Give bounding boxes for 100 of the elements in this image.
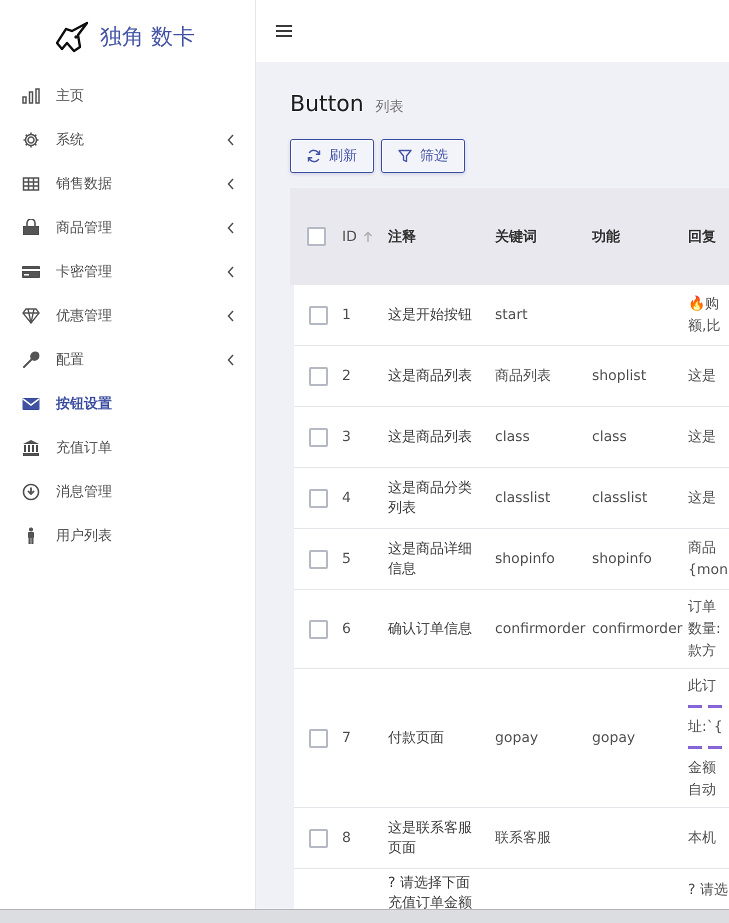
sort-arrow-icon[interactable] (362, 230, 373, 242)
row-checkbox[interactable] (308, 306, 328, 324)
table-cell: class (495, 429, 530, 445)
envelope-icon (22, 395, 40, 413)
table-cell: shopinfo (495, 551, 555, 567)
table-cell-text: 此订 (688, 677, 717, 695)
table-cell-text: 确认订单信息 (388, 620, 473, 639)
table-cell-text: 🔥购 (688, 295, 720, 313)
row-checkbox[interactable] (308, 728, 328, 748)
table-cell-text: 这是 (688, 489, 717, 507)
row-checkbox[interactable] (308, 428, 328, 446)
sidebar-item[interactable]: 系统 (0, 118, 255, 162)
table-cell-text: 这是商品分类列表 (388, 479, 473, 518)
download-icon (22, 483, 40, 501)
table-cell: 7 (342, 730, 351, 746)
table-cell-text: 款方 (688, 642, 717, 660)
row-checkbox[interactable] (308, 828, 328, 848)
sidebar-item[interactable]: 消息管理 (0, 470, 255, 514)
column-header[interactable]: ID (342, 228, 357, 244)
table-cell: {mon (688, 561, 729, 579)
table-cell-text: ? 请选择下面充值订单金额 (388, 874, 473, 909)
dashed-rule (688, 746, 724, 749)
table-row[interactable]: 4 这是商品分类列表 classlist classlist 这是 (294, 468, 729, 529)
column-header[interactable]: 关键词 (495, 228, 537, 246)
chart-icon (22, 87, 40, 105)
bank-icon (22, 439, 40, 457)
column-header[interactable]: 回复 (688, 228, 716, 246)
sidebar-item[interactable]: 配置 (0, 338, 255, 382)
table-cell-text: 订单 (688, 598, 717, 616)
table-row[interactable]: 2 这是商品列表 商品列表 shoplist 这是 (294, 346, 729, 407)
table-cell-text: 这是联系客服页面 (388, 819, 473, 858)
refresh-icon (307, 149, 321, 163)
table-cell: 商品列表 (495, 368, 551, 384)
brand-name: 独角 数卡 (100, 24, 195, 52)
table-cell: gopay (592, 730, 636, 746)
select-all-checkbox[interactable] (306, 227, 326, 246)
table-cell: start (495, 307, 528, 323)
table-row[interactable]: 8 这是联系客服页面 联系客服 本机 (294, 808, 729, 869)
table-cell: classlist (592, 490, 648, 506)
table-cell-text: 商品 (688, 539, 717, 557)
column-header[interactable]: 注释 (388, 228, 416, 246)
table-cell-text: 本机 (688, 829, 717, 847)
table-cell: 2 (342, 368, 351, 384)
table-row[interactable]: 5 这是商品详细信息 shopinfo shopinfo 商品 {mon (294, 529, 729, 590)
table-cell: confirmorder (592, 621, 682, 637)
page-title: Button (290, 92, 364, 117)
table-cell-text: 这是商品列表 (388, 367, 473, 386)
table-cell: shoplist (592, 368, 646, 384)
filter-icon (398, 149, 412, 163)
row-checkbox[interactable] (308, 620, 328, 638)
menu-icon[interactable] (276, 24, 292, 38)
table-cell: confirmorder (495, 621, 586, 637)
table-row[interactable]: 3 这是商品列表 class class 这是 (294, 407, 729, 468)
row-checkbox[interactable] (308, 488, 328, 508)
dashed-rule (688, 705, 724, 708)
table-cell-text: 这是开始按钮 (388, 306, 473, 325)
refresh-button[interactable]: 刷新 (290, 139, 374, 173)
table-row[interactable]: 6 确认订单信息 confirmorder confirmorder 订单 数量: 款方 (294, 590, 729, 669)
row-checkbox[interactable] (308, 550, 328, 568)
table-cell: ? 请选 (688, 881, 729, 899)
sidebar-item[interactable]: 销售数据 (0, 162, 255, 206)
table-cell-text: 付款页面 (388, 729, 445, 748)
bag-icon (22, 219, 40, 237)
table-cell: gopay (495, 730, 538, 746)
table-row[interactable]: ? 请选择下面充值订单金额 ? 请选 (294, 869, 729, 909)
sidebar-item[interactable]: 充值订单 (0, 426, 255, 470)
column-header[interactable]: 功能 (592, 228, 620, 246)
table-row[interactable]: 1 这是开始按钮 start 🔥购 额,比 (294, 285, 729, 346)
table-cell-text: 址:`{ (688, 718, 724, 736)
table-cell: classlist (495, 490, 550, 506)
table-cell: 5 (342, 551, 351, 567)
sidebar-item[interactable]: 商品管理 (0, 206, 255, 250)
table-row[interactable]: 7 付款页面 gopay gopay 此订 址:`{ 金额 自动 (294, 669, 729, 808)
table-cell: class (592, 429, 627, 445)
table-cell: 8 (342, 830, 351, 846)
table-cell-text: 自动 (688, 781, 717, 799)
card-icon (22, 263, 40, 281)
table-cell: 1 (342, 307, 351, 323)
sidebar-item[interactable]: 主页 (0, 74, 255, 118)
sidebar-item[interactable]: 用户列表 (0, 514, 255, 558)
table-cell-text: 这是 (688, 428, 717, 446)
table-cell-text: 这是商品详细信息 (388, 540, 473, 579)
table-icon (22, 175, 40, 193)
table-cell: 联系客服 (495, 830, 551, 846)
page-subtitle: 列表 (376, 98, 404, 116)
gear-icon (22, 131, 40, 149)
table-cell: 4 (342, 490, 351, 506)
table-cell-text: 额,比 (688, 317, 722, 335)
table-cell-text: 这是 (688, 367, 717, 385)
table-cell: 3 (342, 429, 351, 445)
table-cell-text: 数量: (688, 620, 722, 638)
sidebar-item[interactable]: 优惠管理 (0, 294, 255, 338)
sidebar-item[interactable]: 按钮设置 (0, 382, 255, 426)
table-cell-text: 这是商品列表 (388, 428, 473, 447)
table-cell-text: 金额 (688, 759, 717, 777)
filter-button[interactable]: 筛选 (381, 139, 465, 173)
table-cell: 6 (342, 621, 351, 637)
row-checkbox[interactable] (308, 366, 328, 386)
sidebar-item[interactable]: 卡密管理 (0, 250, 255, 294)
table-cell: shopinfo (592, 551, 652, 567)
